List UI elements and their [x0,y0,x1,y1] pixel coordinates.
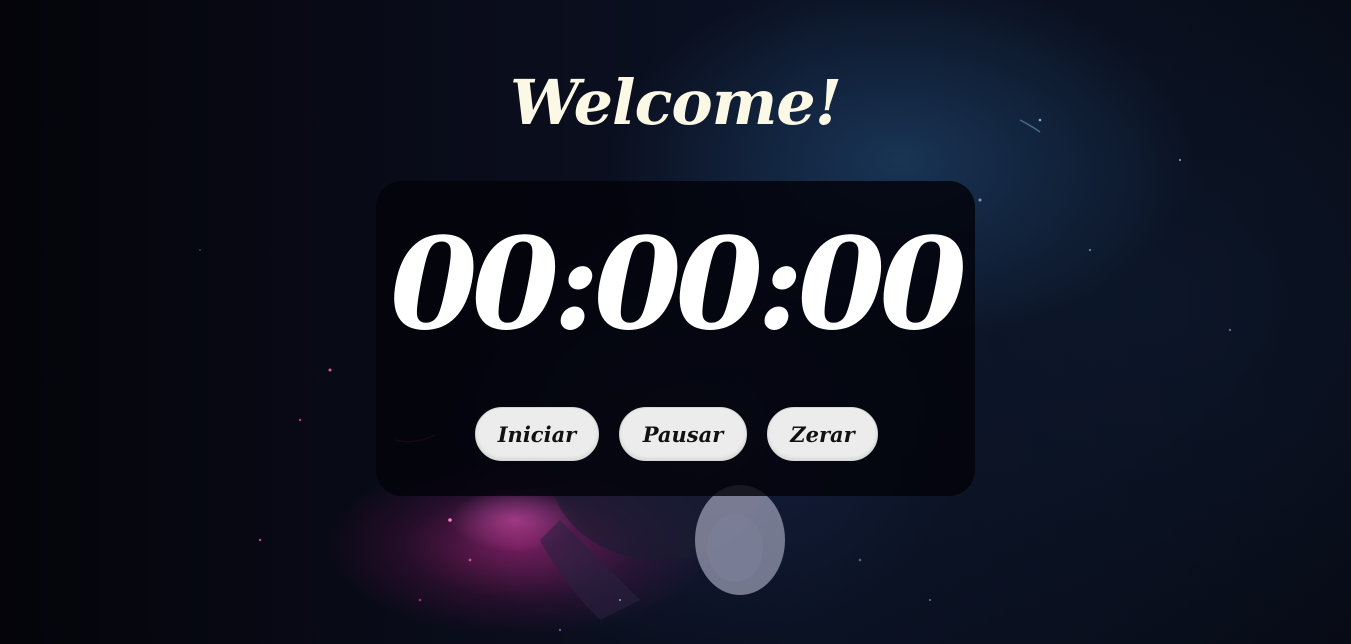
stopwatch-panel: 00:00:00 Iniciar Pausar Zerar [376,181,975,496]
reset-button[interactable]: Zerar [767,407,878,461]
stopwatch-display: 00:00:00 [389,210,967,358]
stopwatch-controls: Iniciar Pausar Zerar [376,407,975,461]
pause-button[interactable]: Pausar [619,407,747,461]
start-button[interactable]: Iniciar [475,407,599,461]
page-title: Welcome! [510,66,842,139]
